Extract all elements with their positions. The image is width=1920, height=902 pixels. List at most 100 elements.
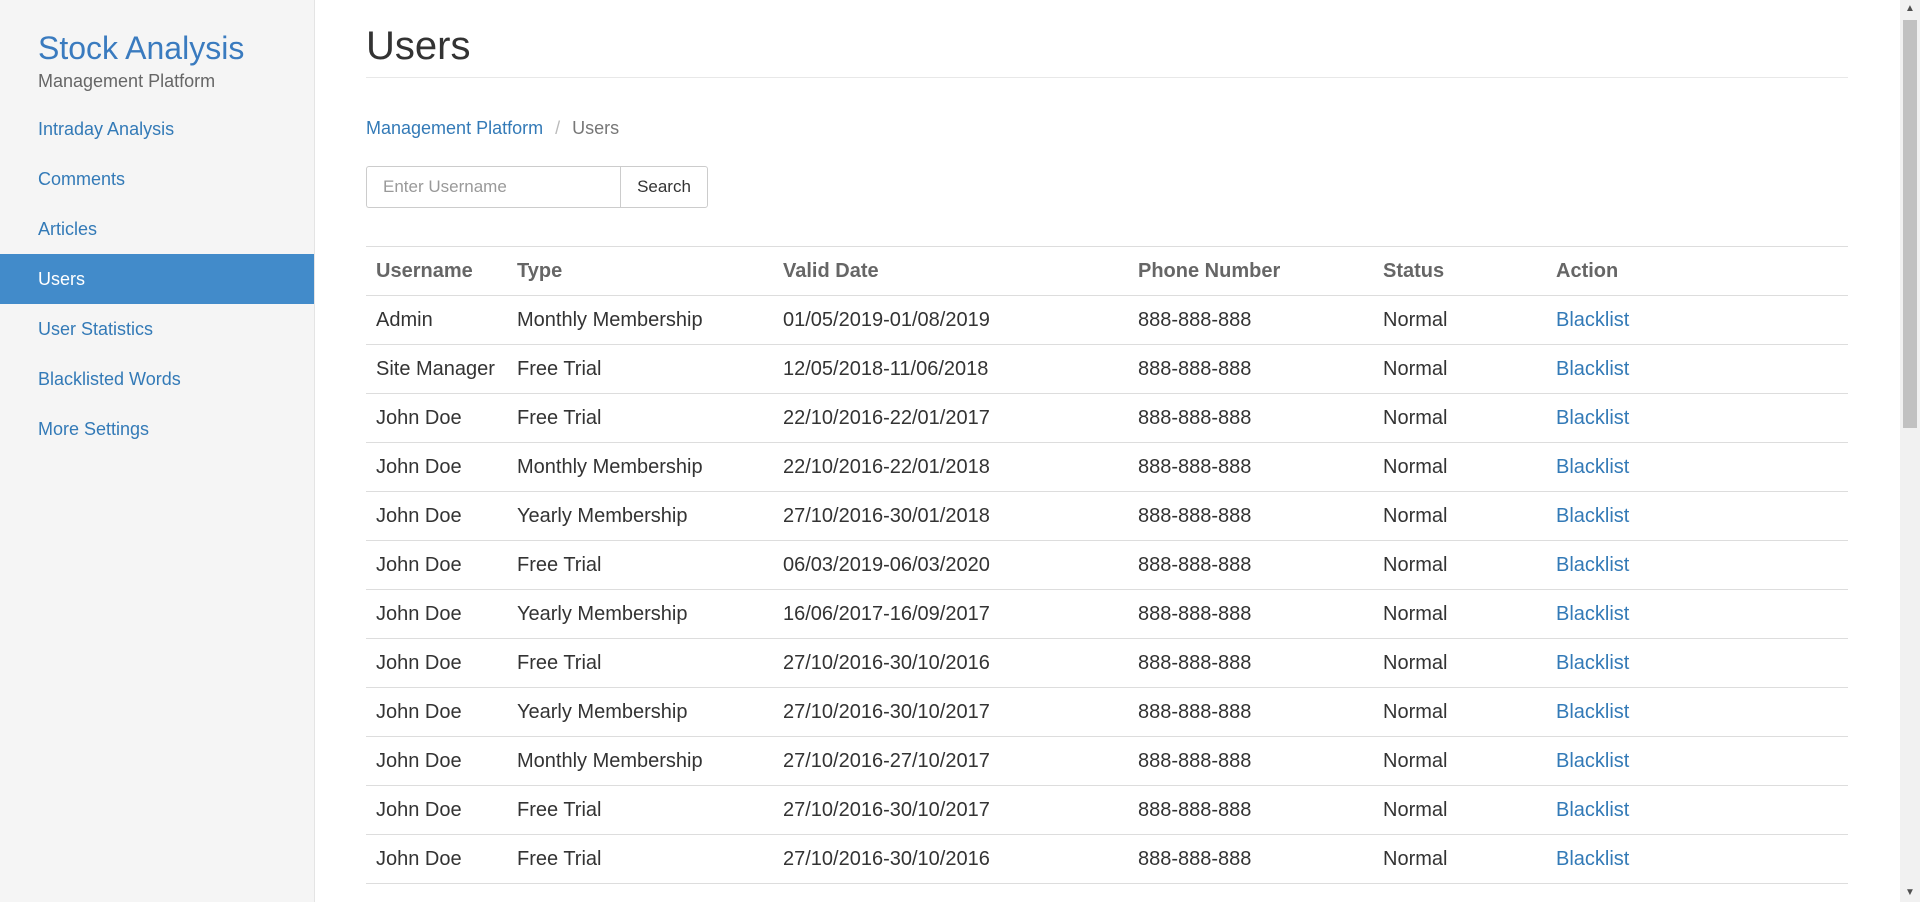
sidebar-item-more-settings[interactable]: More Settings xyxy=(0,404,314,454)
table-row: John Doe Yearly Membership 27/10/2016-30/1… xyxy=(366,687,1848,737)
table-row: John Doe Yearly Membership 16/06/2017-16/0… xyxy=(366,589,1848,639)
cell-username: Admin xyxy=(366,295,507,345)
users-table: Username Type Valid Date Phone Number St… xyxy=(366,246,1848,884)
scrollbar-thumb[interactable] xyxy=(1903,20,1917,428)
cell-type: Free Trial xyxy=(507,393,773,443)
cell-status: Normal xyxy=(1373,295,1546,345)
cell-phone-number: 888-888-888 xyxy=(1128,491,1373,541)
column-header-username: Username xyxy=(366,246,507,296)
sidebar: Stock Analysis Management Platform Intra… xyxy=(0,0,315,902)
cell-phone-number: 888-888-888 xyxy=(1128,295,1373,345)
cell-valid-date: 27/10/2016-30/01/2018 xyxy=(773,491,1128,541)
cell-type: Free Trial xyxy=(507,344,773,394)
main-content: Users Management Platform / Users Search U… xyxy=(366,0,1848,884)
cell-status: Normal xyxy=(1373,785,1546,835)
sidebar-item-blacklisted-words[interactable]: Blacklisted Words xyxy=(0,354,314,404)
cell-status: Normal xyxy=(1373,442,1546,492)
cell-type: Yearly Membership xyxy=(507,687,773,737)
blacklist-link[interactable]: Blacklist xyxy=(1546,736,1848,786)
table-row: John Doe Free Trial 22/10/2016-22/01/2017 8… xyxy=(366,393,1848,443)
cell-phone-number: 888-888-888 xyxy=(1128,785,1373,835)
breadcrumb-parent-link[interactable]: Management Platform xyxy=(366,118,543,138)
breadcrumb-current: Users xyxy=(572,118,620,138)
cell-username: John Doe xyxy=(366,540,507,590)
vertical-scrollbar[interactable]: ▲ ▼ xyxy=(1900,0,1920,902)
page-title: Users xyxy=(366,0,1848,78)
breadcrumb: Management Platform / Users xyxy=(366,114,1848,142)
cell-username: John Doe xyxy=(366,393,507,443)
cell-valid-date: 16/06/2017-16/09/2017 xyxy=(773,589,1128,639)
table-row: John Doe Free Trial 06/03/2019-06/03/2020 8… xyxy=(366,540,1848,590)
cell-status: Normal xyxy=(1373,393,1546,443)
cell-username: John Doe xyxy=(366,785,507,835)
blacklist-link[interactable]: Blacklist xyxy=(1546,589,1848,639)
cell-phone-number: 888-888-888 xyxy=(1128,393,1373,443)
cell-status: Normal xyxy=(1373,540,1546,590)
cell-valid-date: 22/10/2016-22/01/2018 xyxy=(773,442,1128,492)
brand: Stock Analysis Management Platform xyxy=(0,0,314,104)
cell-type: Monthly Membership xyxy=(507,736,773,786)
cell-username: John Doe xyxy=(366,687,507,737)
sidebar-item-users[interactable]: Users xyxy=(0,254,314,304)
table-row: John Doe Free Trial 27/10/2016-30/10/2017 8… xyxy=(366,785,1848,835)
scroll-down-arrow-icon[interactable]: ▼ xyxy=(1900,884,1920,902)
cell-username: John Doe xyxy=(366,491,507,541)
blacklist-link[interactable]: Blacklist xyxy=(1546,834,1848,884)
cell-username: John Doe xyxy=(366,442,507,492)
cell-phone-number: 888-888-888 xyxy=(1128,736,1373,786)
cell-status: Normal xyxy=(1373,589,1546,639)
cell-valid-date: 27/10/2016-30/10/2017 xyxy=(773,687,1128,737)
cell-phone-number: 888-888-888 xyxy=(1128,540,1373,590)
breadcrumb-separator: / xyxy=(555,118,561,138)
cell-username: John Doe xyxy=(366,834,507,884)
blacklist-link[interactable]: Blacklist xyxy=(1546,442,1848,492)
sidebar-item-comments[interactable]: Comments xyxy=(0,154,314,204)
cell-valid-date: 27/10/2016-30/10/2016 xyxy=(773,834,1128,884)
cell-status: Normal xyxy=(1373,344,1546,394)
blacklist-link[interactable]: Blacklist xyxy=(1546,344,1848,394)
blacklist-link[interactable]: Blacklist xyxy=(1546,638,1848,688)
blacklist-link[interactable]: Blacklist xyxy=(1546,393,1848,443)
brand-title[interactable]: Stock Analysis xyxy=(38,28,314,68)
sidebar-item-intraday-analysis[interactable]: Intraday Analysis xyxy=(0,104,314,154)
cell-username: John Doe xyxy=(366,589,507,639)
cell-type: Yearly Membership xyxy=(507,589,773,639)
search-bar: Search xyxy=(366,166,1848,208)
table-header-row: Username Type Valid Date Phone Number St… xyxy=(366,246,1848,296)
cell-status: Normal xyxy=(1373,834,1546,884)
cell-valid-date: 01/05/2019-01/08/2019 xyxy=(773,295,1128,345)
blacklist-link[interactable]: Blacklist xyxy=(1546,295,1848,345)
column-header-phone-number: Phone Number xyxy=(1128,246,1373,296)
cell-phone-number: 888-888-888 xyxy=(1128,442,1373,492)
cell-phone-number: 888-888-888 xyxy=(1128,687,1373,737)
sidebar-item-articles[interactable]: Articles xyxy=(0,204,314,254)
blacklist-link[interactable]: Blacklist xyxy=(1546,785,1848,835)
blacklist-link[interactable]: Blacklist xyxy=(1546,687,1848,737)
table-row: John Doe Free Trial 27/10/2016-30/10/2016 8… xyxy=(366,638,1848,688)
column-header-status: Status xyxy=(1373,246,1546,296)
cell-status: Normal xyxy=(1373,687,1546,737)
table-row: John Doe Monthly Membership 22/10/2016-22/… xyxy=(366,442,1848,492)
sidebar-item-user-statistics[interactable]: User Statistics xyxy=(0,304,314,354)
table-body: Admin Monthly Membership 01/05/2019-01/08/… xyxy=(366,295,1848,884)
cell-username: John Doe xyxy=(366,638,507,688)
cell-type: Free Trial xyxy=(507,785,773,835)
brand-subtitle: Management Platform xyxy=(38,71,216,91)
cell-type: Free Trial xyxy=(507,638,773,688)
search-button[interactable]: Search xyxy=(620,166,708,208)
cell-valid-date: 12/05/2018-11/06/2018 xyxy=(773,344,1128,394)
blacklist-link[interactable]: Blacklist xyxy=(1546,540,1848,590)
cell-username: Site Manager xyxy=(366,344,507,394)
table-row: John Doe Monthly Membership 27/10/2016-27/… xyxy=(366,736,1848,786)
table-row: Admin Monthly Membership 01/05/2019-01/08/… xyxy=(366,295,1848,345)
cell-status: Normal xyxy=(1373,491,1546,541)
cell-phone-number: 888-888-888 xyxy=(1128,638,1373,688)
scroll-up-arrow-icon[interactable]: ▲ xyxy=(1900,0,1920,18)
username-search-input[interactable] xyxy=(366,166,620,208)
cell-type: Free Trial xyxy=(507,834,773,884)
cell-type: Yearly Membership xyxy=(507,491,773,541)
blacklist-link[interactable]: Blacklist xyxy=(1546,491,1848,541)
cell-valid-date: 27/10/2016-27/10/2017 xyxy=(773,736,1128,786)
column-header-type: Type xyxy=(507,246,773,296)
cell-phone-number: 888-888-888 xyxy=(1128,834,1373,884)
